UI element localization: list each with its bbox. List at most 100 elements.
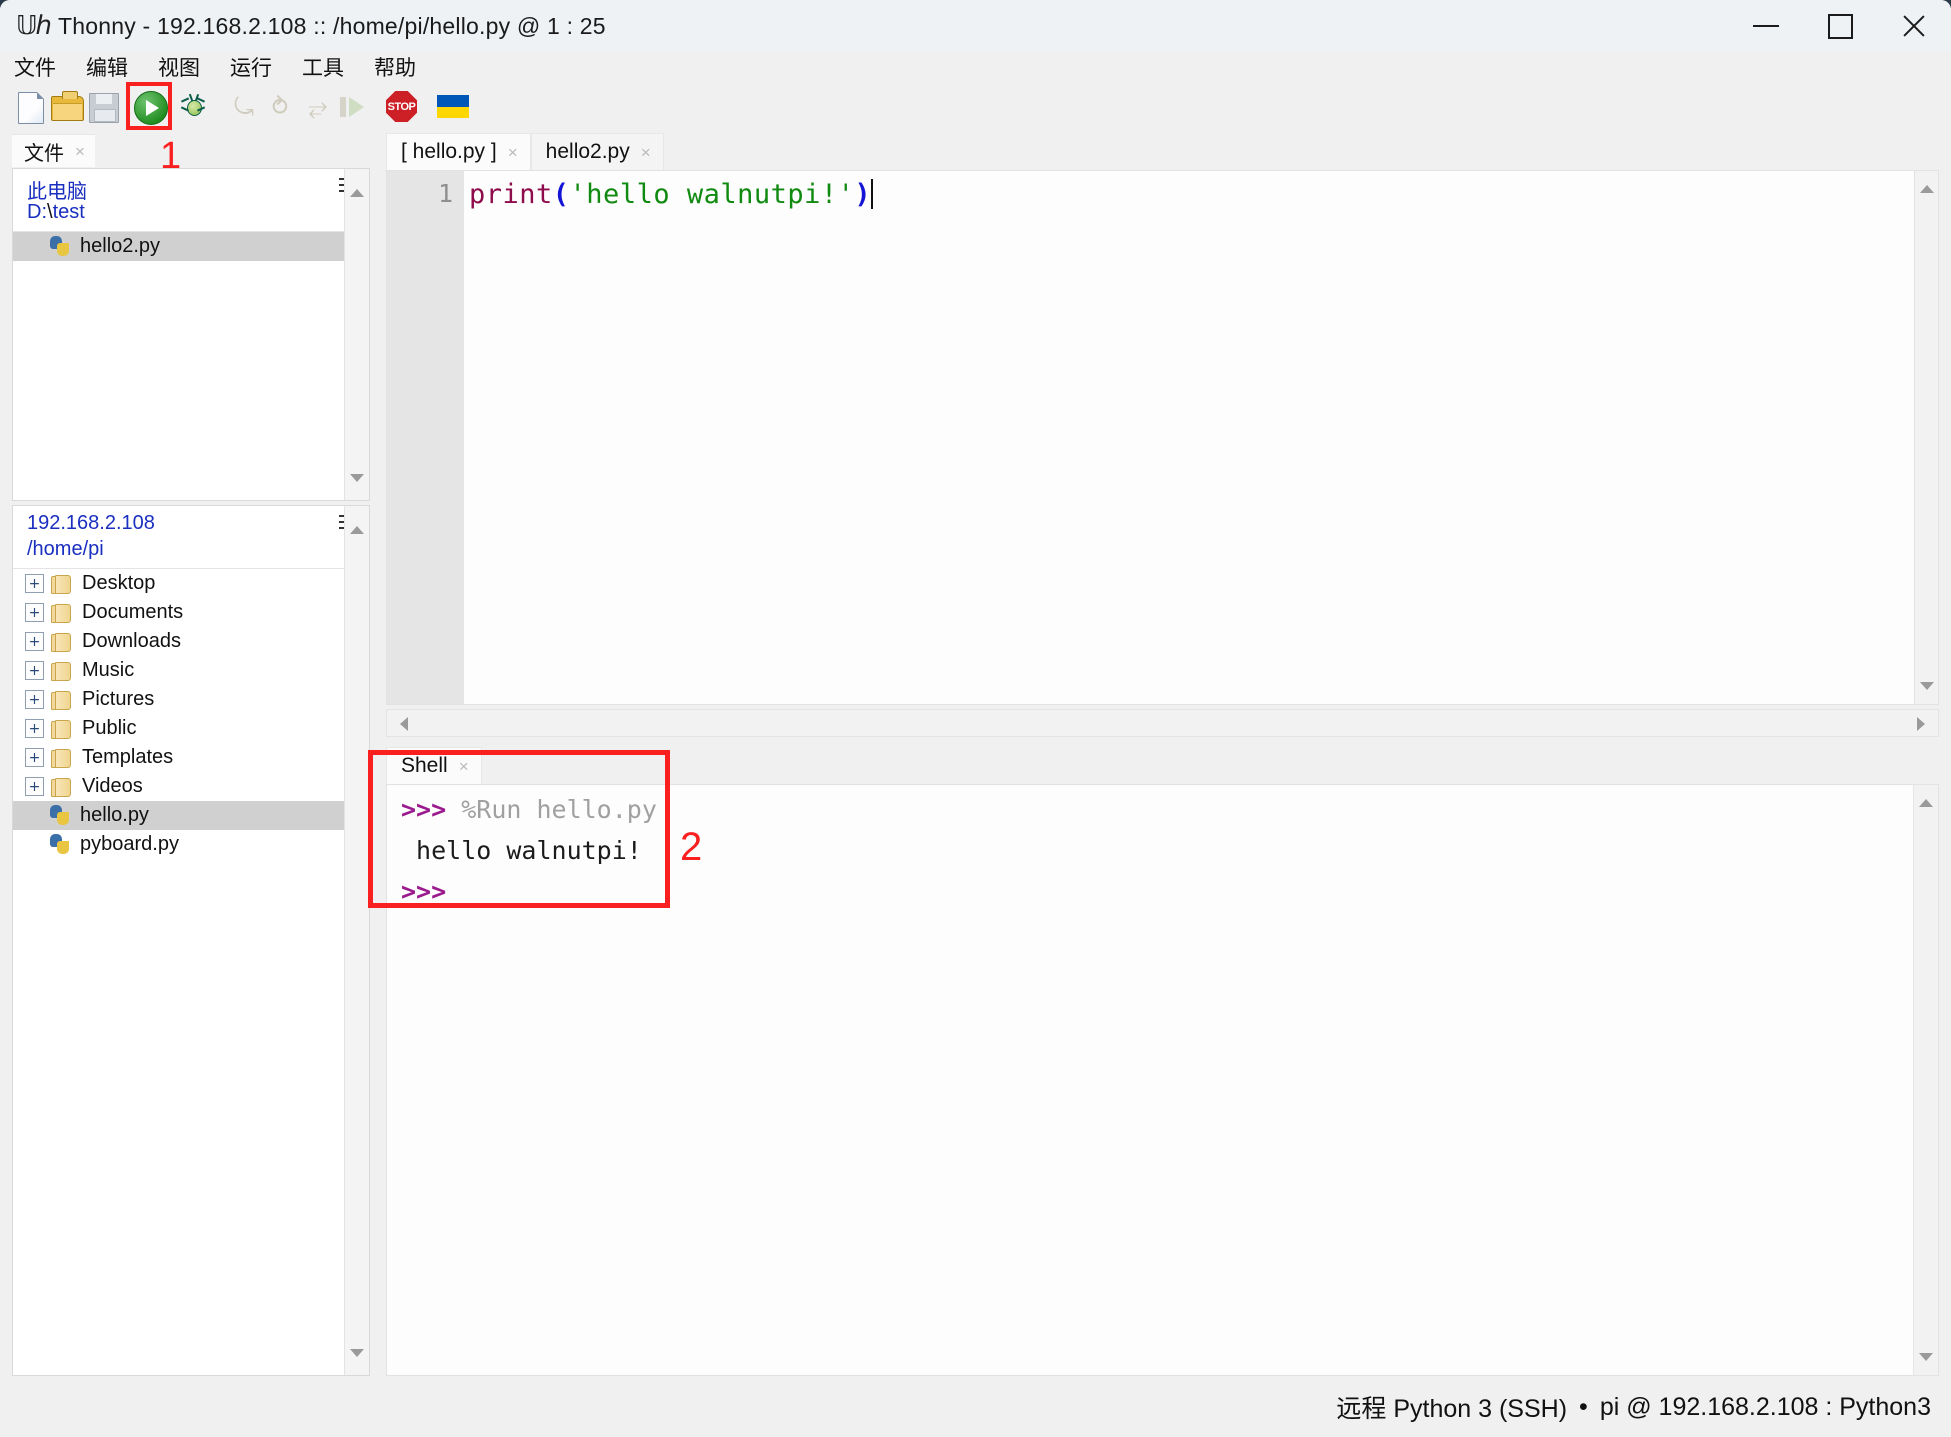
scroll-down-icon[interactable] <box>1914 1345 1938 1369</box>
menu-view[interactable]: 视图 <box>158 52 200 82</box>
file-name: Templates <box>82 746 174 768</box>
scroll-down-icon[interactable] <box>345 466 369 490</box>
close-button[interactable] <box>1877 0 1951 52</box>
python-file-icon <box>49 805 71 826</box>
run-button-highlight <box>126 82 172 130</box>
scroll-up-icon[interactable] <box>345 518 369 542</box>
expander-icon[interactable]: + <box>25 574 44 593</box>
folder-icon <box>51 632 73 652</box>
list-item[interactable]: + Music <box>13 656 369 685</box>
file-name: Documents <box>82 601 184 623</box>
remote-files-panel: 192.168.2.108 /home/pi + Desktop + Documen… <box>12 505 370 1376</box>
support-ukraine-button[interactable] <box>436 90 472 124</box>
tab-hello2-py[interactable]: hello2.py × <box>530 133 664 170</box>
editor-vertical-scrollbar[interactable] <box>1914 170 1939 705</box>
close-icon[interactable]: × <box>641 144 651 161</box>
step-over-button[interactable]: ⤿ <box>226 90 262 124</box>
maximize-button[interactable] <box>1803 0 1877 52</box>
interpreter-status[interactable]: 远程 Python 3 (SSH) <box>1336 1389 1567 1425</box>
scroll-right-icon[interactable] <box>1912 715 1930 733</box>
resume-button[interactable] <box>334 90 370 124</box>
menu-help[interactable]: 帮助 <box>374 52 416 82</box>
debug-button[interactable] <box>176 90 212 124</box>
local-files-header: 此电脑 D:\test <box>13 169 369 232</box>
remote-host-label[interactable]: 192.168.2.108 <box>27 512 155 535</box>
scroll-down-icon[interactable] <box>345 1341 369 1365</box>
step-into-button[interactable]: ⥁ <box>262 90 298 124</box>
expander-placeholder <box>25 807 42 824</box>
debug-icon <box>181 93 205 118</box>
code-token-string: 'hello walnutpi!' <box>569 179 855 210</box>
scroll-down-icon[interactable] <box>1915 674 1939 698</box>
new-file-button[interactable] <box>14 90 50 124</box>
menu-tools[interactable]: 工具 <box>302 52 344 82</box>
file-name: Downloads <box>82 630 181 652</box>
local-root-label[interactable]: 此电脑 <box>27 175 87 204</box>
code-editor[interactable]: 1 print('hello walnutpi!') <box>386 170 1939 705</box>
editor-horizontal-scrollbar[interactable] <box>386 709 1939 737</box>
list-item[interactable]: hello2.py <box>13 232 369 261</box>
stop-button[interactable]: STOP <box>384 90 420 124</box>
list-item[interactable]: hello.py <box>13 801 369 830</box>
file-name: hello2.py <box>80 235 161 257</box>
remote-files-scrollbar[interactable] <box>344 506 369 1375</box>
list-item[interactable]: + Pictures <box>13 685 369 714</box>
close-icon[interactable]: × <box>508 144 518 161</box>
list-item[interactable]: + Public <box>13 714 369 743</box>
list-item[interactable]: + Templates <box>13 743 369 772</box>
local-path-name[interactable]: test <box>53 201 85 223</box>
line-number-gutter: 1 <box>387 171 464 704</box>
expander-icon[interactable]: + <box>25 748 44 767</box>
menu-edit[interactable]: 编辑 <box>86 52 128 82</box>
file-name: Desktop <box>82 572 156 594</box>
expander-icon[interactable]: + <box>25 661 44 680</box>
step-out-button[interactable]: ⥂ <box>300 90 336 124</box>
list-item[interactable]: + Downloads <box>13 627 369 656</box>
shell-vertical-scrollbar[interactable] <box>1913 785 1938 1375</box>
connection-status[interactable]: pi @ 192.168.2.108 : Python3 <box>1600 1393 1931 1422</box>
status-separator: • <box>1579 1392 1588 1421</box>
editor-tab-label: hello2.py <box>545 140 630 163</box>
code-token-close-paren: ) <box>854 179 872 210</box>
local-files-scrollbar[interactable] <box>344 169 369 500</box>
minimize-button[interactable] <box>1729 0 1803 52</box>
folder-icon <box>51 661 73 681</box>
expander-icon[interactable]: + <box>25 632 44 651</box>
scroll-up-icon[interactable] <box>1915 177 1939 201</box>
folder-icon <box>51 603 73 623</box>
close-icon[interactable]: × <box>75 143 85 160</box>
scroll-left-icon[interactable] <box>395 715 413 733</box>
expander-icon[interactable]: + <box>25 777 44 796</box>
toolbar: ⤿ ⥁ ⥂ STOP <box>0 82 1951 132</box>
files-tab-row: 文件 × <box>12 134 370 167</box>
expander-icon[interactable]: + <box>25 603 44 622</box>
window-controls <box>1729 0 1951 52</box>
tab-files[interactable]: 文件 × <box>12 134 95 167</box>
list-item[interactable]: + Documents <box>13 598 369 627</box>
menu-run[interactable]: 运行 <box>230 52 272 82</box>
tab-hello-py[interactable]: [ hello.py ] × <box>386 133 531 170</box>
maximize-icon <box>1827 13 1853 39</box>
step-over-icon: ⤿ <box>234 93 254 121</box>
files-dock: 文件 × 此电脑 D:\test hello2.py 192.168.2.108… <box>12 134 370 1376</box>
local-path-prefix[interactable]: D: <box>27 201 47 223</box>
expander-icon[interactable]: + <box>25 690 44 709</box>
menu-file[interactable]: 文件 <box>14 52 56 82</box>
list-item[interactable]: pyboard.py <box>13 830 369 859</box>
thonny-window: 𝕌ℎ Thonny - 192.168.2.108 :: /home/pi/he… <box>0 0 1951 1437</box>
file-name: Music <box>82 659 135 681</box>
list-item[interactable]: + Desktop <box>13 569 369 598</box>
expander-icon[interactable]: + <box>25 719 44 738</box>
remote-path-label[interactable]: /home/pi <box>27 538 104 561</box>
status-bar: 远程 Python 3 (SSH) • pi @ 192.168.2.108 :… <box>0 1377 1951 1437</box>
file-name: Public <box>82 717 137 739</box>
scroll-up-icon[interactable] <box>1914 791 1938 815</box>
scroll-up-icon[interactable] <box>345 181 369 205</box>
folder-icon <box>51 574 73 594</box>
open-file-button[interactable] <box>50 90 86 124</box>
resume-icon <box>338 96 368 118</box>
python-file-icon <box>49 236 71 257</box>
file-name: Pictures <box>82 688 155 710</box>
save-file-button[interactable] <box>86 90 122 124</box>
list-item[interactable]: + Videos <box>13 772 369 801</box>
